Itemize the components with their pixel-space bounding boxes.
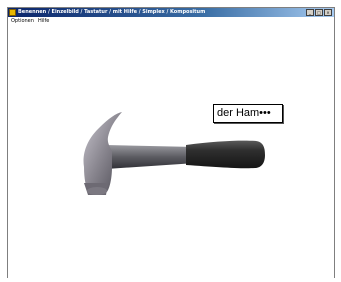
hammer-shaft bbox=[106, 145, 196, 169]
hammer-grip bbox=[186, 140, 265, 169]
app-icon bbox=[9, 9, 16, 16]
word-label: der Ham••• bbox=[213, 104, 283, 123]
minimize-button[interactable]: _ bbox=[306, 9, 314, 16]
window-controls: _ □ × bbox=[306, 9, 332, 16]
title-bar[interactable]: Benennen / Einzelbild / Tastatur / mit H… bbox=[8, 8, 334, 17]
close-button[interactable]: × bbox=[324, 9, 332, 16]
menu-hilfe[interactable]: Hilfe bbox=[38, 17, 49, 26]
menu-optionen[interactable]: Optionen bbox=[11, 17, 34, 26]
maximize-button[interactable]: □ bbox=[315, 9, 323, 16]
menu-bar: Optionen Hilfe bbox=[8, 17, 334, 26]
window-title: Benennen / Einzelbild / Tastatur / mit H… bbox=[18, 9, 206, 15]
